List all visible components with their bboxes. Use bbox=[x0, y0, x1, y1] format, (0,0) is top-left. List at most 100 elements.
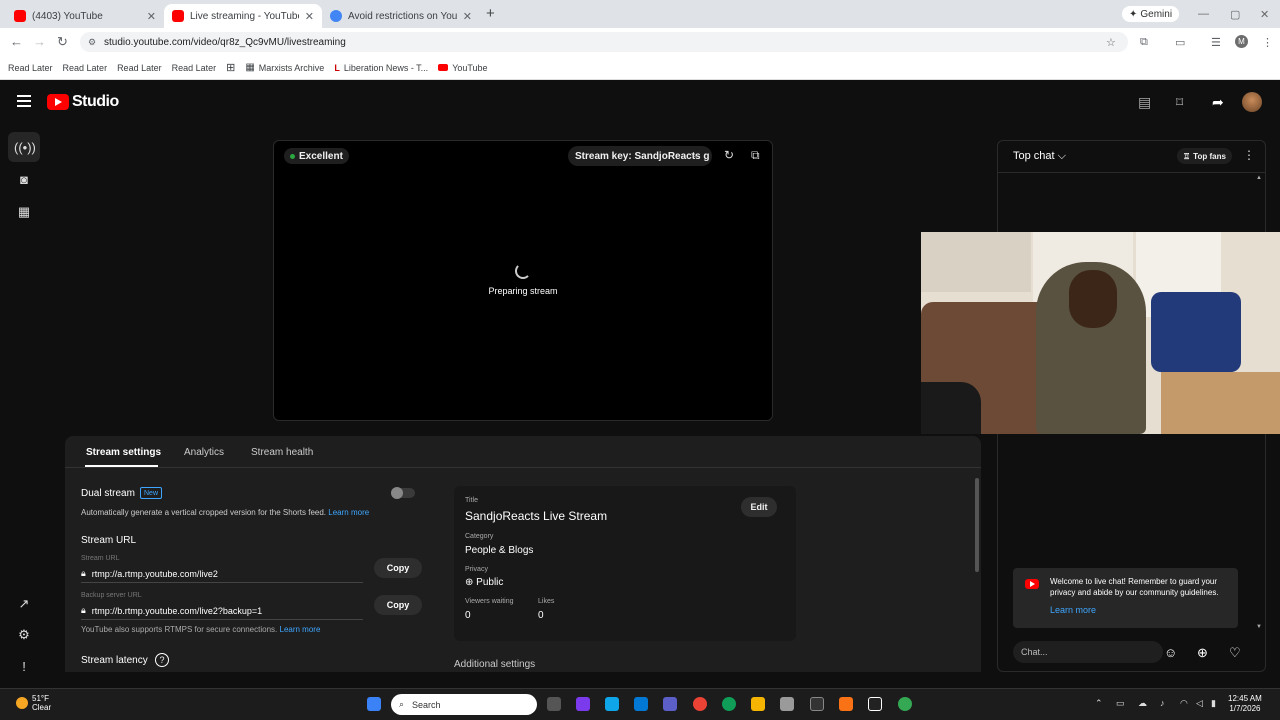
chat-more-icon[interactable]: ⋮ bbox=[1243, 148, 1255, 162]
youtube-studio-logo[interactable]: Studio bbox=[47, 93, 119, 111]
stream-url-value: rtmp://a.rtmp.youtube.com/live2 bbox=[91, 568, 218, 579]
bookmark-star-icon[interactable]: ☆ bbox=[1106, 36, 1116, 49]
health-dot-icon bbox=[290, 153, 295, 159]
url-bar[interactable]: studio.youtube.com/video/qr8z_Qc9vMU/liv… bbox=[80, 32, 1128, 52]
close-tab-icon[interactable]: ✕ bbox=[463, 10, 472, 23]
external-link-icon[interactable]: ↗ bbox=[14, 596, 34, 612]
additional-settings-heading[interactable]: Additional settings bbox=[454, 659, 535, 670]
copilot-icon[interactable] bbox=[576, 697, 590, 711]
site-info-icon[interactable]: ⚙ bbox=[88, 37, 96, 48]
bookmark-liberation-news[interactable]: L Liberation News - T... bbox=[334, 63, 428, 73]
taskbar-clock[interactable]: 12:45 AM 1/7/2026 bbox=[1228, 694, 1262, 714]
top-fans-button[interactable]: ♖ Top fans bbox=[1177, 148, 1232, 164]
obs-icon[interactable] bbox=[810, 697, 824, 711]
learn-more-link[interactable]: Learn more bbox=[280, 625, 321, 634]
calendar-icon[interactable]: ▦ bbox=[14, 204, 34, 220]
chat-input[interactable]: Chat... bbox=[1013, 641, 1163, 663]
browser-tab-avoid-restrictions[interactable]: Avoid restrictions on YouTube ✕ bbox=[322, 4, 480, 28]
windows-start-icon[interactable] bbox=[367, 697, 381, 711]
bookmark-read-later[interactable]: Read Later bbox=[63, 63, 108, 73]
hamburger-menu-icon[interactable] bbox=[17, 95, 31, 107]
browser-tab-live-streaming[interactable]: Live streaming - YouTube Studi ✕ bbox=[164, 4, 322, 28]
help-question-icon[interactable]: ? bbox=[155, 653, 169, 667]
settings-gear-icon[interactable]: ⚙ bbox=[14, 627, 34, 643]
weather-widget[interactable]: 51°F Clear bbox=[16, 694, 51, 712]
edit-button[interactable]: Edit bbox=[741, 497, 777, 517]
close-tab-icon[interactable]: ✕ bbox=[305, 10, 314, 23]
bookmark-read-later[interactable]: Read Later bbox=[117, 63, 162, 73]
copy-icon[interactable]: ⧉ bbox=[751, 148, 760, 163]
close-window-icon[interactable]: ✕ bbox=[1260, 8, 1269, 21]
gemini-button[interactable]: ✦ Gemini bbox=[1122, 6, 1180, 22]
back-icon[interactable]: ← bbox=[10, 34, 23, 49]
minimize-icon[interactable]: — bbox=[1198, 8, 1209, 20]
volume-icon[interactable]: ◁ bbox=[1196, 698, 1203, 709]
widgets-icon[interactable] bbox=[605, 697, 619, 711]
wifi-icon[interactable]: ◠ bbox=[1180, 698, 1188, 709]
bookmark-youtube[interactable]: YouTube bbox=[438, 63, 488, 73]
edge-icon[interactable] bbox=[722, 697, 736, 711]
cast-icon[interactable]: ▭ bbox=[1175, 36, 1185, 49]
panel-scrollbar[interactable] bbox=[975, 478, 979, 572]
dual-stream-toggle[interactable] bbox=[391, 487, 415, 499]
tray-network-icon[interactable]: ▭ bbox=[1116, 698, 1125, 709]
logo-text: Studio bbox=[72, 93, 119, 110]
teams-icon[interactable] bbox=[663, 697, 677, 711]
backup-url-field[interactable]: 🔒︎ rtmp://b.rtmp.youtube.com/live2?backup… bbox=[81, 605, 363, 620]
share-icon[interactable]: ➦ bbox=[1212, 94, 1224, 111]
tab-analytics[interactable]: Analytics bbox=[184, 447, 224, 458]
emoji-icon[interactable]: ☺ bbox=[1164, 645, 1177, 660]
app-icon[interactable] bbox=[839, 697, 853, 711]
chat-scroll-up-icon[interactable]: ▲ bbox=[1256, 175, 1262, 181]
bookmark-label: Marxists Archive bbox=[258, 62, 325, 73]
reading-list-icon[interactable]: ☰ bbox=[1211, 36, 1221, 49]
taskbar-search[interactable]: ⌕ Search bbox=[391, 694, 537, 715]
reload-icon[interactable]: ↻ bbox=[57, 34, 68, 50]
tray-cloud-icon[interactable]: ☁ bbox=[1138, 698, 1147, 709]
forward-icon[interactable]: → bbox=[33, 34, 46, 49]
chevron-down-icon[interactable]: ⌵ bbox=[691, 149, 699, 160]
task-view-icon[interactable] bbox=[547, 697, 561, 711]
tab-stream-health[interactable]: Stream health bbox=[251, 447, 313, 458]
bookmark-read-later[interactable]: Read Later bbox=[172, 63, 217, 73]
heart-icon[interactable]: ♡ bbox=[1229, 645, 1241, 661]
chat-learn-more-link[interactable]: Learn more bbox=[1050, 605, 1096, 615]
bookmark-marxists-archive[interactable]: ▦ Marxists Archive bbox=[245, 62, 324, 73]
store-icon[interactable] bbox=[780, 697, 794, 711]
tray-mic-icon[interactable]: ♪ bbox=[1160, 698, 1165, 708]
feedback-icon[interactable]: ! bbox=[14, 659, 34, 674]
youtube-logo-icon bbox=[47, 94, 69, 110]
browser-tab-youtube[interactable]: (4403) YouTube ✕ bbox=[6, 4, 164, 28]
chat-scroll-down-icon[interactable]: ▼ bbox=[1256, 624, 1262, 630]
refresh-icon[interactable]: ↻ bbox=[724, 148, 734, 162]
tray-overflow-icon[interactable]: ⌃ bbox=[1095, 698, 1103, 709]
learn-more-link[interactable]: Learn more bbox=[328, 508, 369, 517]
bookmark-read-later[interactable]: Read Later bbox=[8, 63, 53, 73]
file-explorer-icon[interactable] bbox=[751, 697, 765, 711]
apps-grid-icon[interactable]: ⊞ bbox=[226, 61, 235, 74]
stream-url-field[interactable]: 🔒︎ rtmp://a.rtmp.youtube.com/live2 bbox=[81, 568, 363, 583]
capcut-icon[interactable] bbox=[868, 697, 882, 711]
live-broadcast-icon[interactable]: ((•)) bbox=[14, 140, 36, 155]
close-tab-icon[interactable]: ✕ bbox=[147, 10, 156, 23]
chat-mode-dropdown[interactable]: Top chat ⌵ bbox=[1013, 150, 1066, 163]
copy-stream-url-button[interactable]: Copy bbox=[374, 558, 422, 578]
channel-avatar[interactable] bbox=[1242, 92, 1262, 112]
add-icon[interactable]: ⊕ bbox=[1197, 645, 1208, 661]
tab-stream-settings[interactable]: Stream settings bbox=[86, 447, 161, 458]
new-tab-button[interactable]: + bbox=[486, 5, 495, 22]
camera-icon[interactable]: ◙ bbox=[14, 172, 34, 187]
maximize-icon[interactable]: ▢ bbox=[1230, 8, 1240, 21]
browser-menu-icon[interactable]: ⋮ bbox=[1262, 36, 1273, 49]
privacy-label: Privacy bbox=[465, 566, 488, 573]
gemini-icon: ✦ bbox=[1129, 8, 1138, 20]
clapperboard-icon[interactable]: ▤ bbox=[1138, 94, 1151, 111]
copy-backup-url-button[interactable]: Copy bbox=[374, 595, 422, 615]
chrome-profile-icon[interactable] bbox=[898, 697, 912, 711]
outlook-icon[interactable] bbox=[634, 697, 648, 711]
battery-icon[interactable]: ▮ bbox=[1211, 698, 1216, 709]
bookmark-icon[interactable]: ⌑ bbox=[1176, 94, 1183, 111]
extensions-icon[interactable]: ⧉ bbox=[1140, 36, 1148, 49]
profile-avatar-icon[interactable]: M bbox=[1235, 35, 1248, 48]
chrome-icon[interactable] bbox=[693, 697, 707, 711]
